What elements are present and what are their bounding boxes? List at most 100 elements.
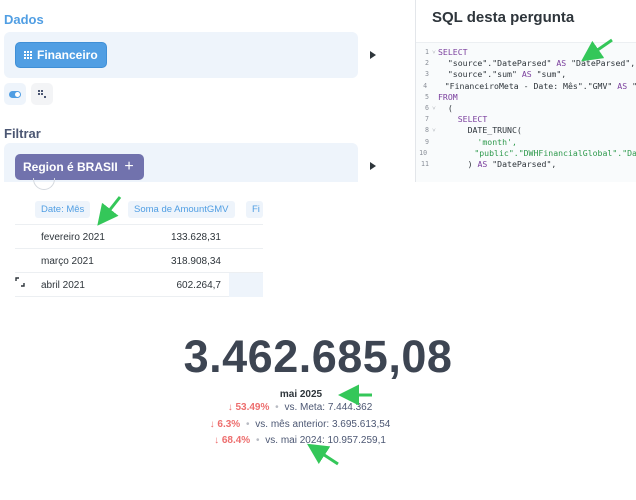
- scalar-value: 3.462.685,08: [183, 331, 453, 382]
- code-token: "source"."sum": [438, 69, 522, 80]
- filter-step-box: Region é BRASIL × +: [4, 143, 358, 182]
- line-number: 8: [425, 126, 429, 135]
- line-number: 11: [421, 159, 429, 168]
- column-header-sum[interactable]: Soma de AmountGMV: [128, 201, 235, 218]
- expand-icon[interactable]: [14, 276, 26, 288]
- highlight-cell: [229, 273, 263, 297]
- line-number: 3: [425, 70, 429, 79]
- line-number: 5: [425, 92, 429, 101]
- line-number: 10: [419, 148, 428, 157]
- notebook-editor: Dados Financeiro Filtrar Region é BRASIL…: [0, 0, 415, 182]
- table-row: fevereiro 2021 133.628,31: [15, 225, 263, 249]
- table-row: março 2021 318.908,34: [15, 249, 263, 273]
- code-line: 7 SELECT: [416, 114, 636, 125]
- code-token: ": [627, 81, 636, 92]
- line-number: 1: [425, 48, 429, 56]
- down-arrow-icon: ↓: [227, 402, 233, 413]
- code-token: "DateParsed",: [566, 58, 636, 69]
- sql-sidebar: SQL desta pergunta 1 ˅ SELECT 2 "source"."D…: [415, 0, 636, 182]
- fold-chevron-icon[interactable]: ˅: [430, 103, 438, 114]
- code-token: ): [438, 158, 478, 169]
- cell-date: abril 2021: [41, 280, 85, 291]
- table-header-row: Date: Mês Soma de AmountGMV Fi: [15, 193, 263, 225]
- separator-dot: •: [255, 435, 260, 446]
- comparison-label: vs. mai 2024: 10.957.259,1: [265, 435, 386, 446]
- preview-play-icon[interactable]: [370, 51, 376, 59]
- separator-dot: •: [245, 419, 250, 430]
- code-token: "FinanceiroMeta - Date: Mês"."GMV": [434, 80, 618, 91]
- scalar-period: mai 2025: [279, 389, 323, 400]
- comparison-percent: 68.4%: [221, 435, 251, 446]
- separator-dot: •: [275, 402, 279, 413]
- sql-panel-title: SQL desta pergunta: [432, 9, 575, 26]
- line-number: 6: [425, 103, 429, 112]
- filter-section-label: Filtrar: [4, 126, 41, 141]
- results-table: Date: Mês Soma de AmountGMV Fi fevereiro…: [15, 193, 263, 297]
- code-line: 11 ) AS "DateParsed",: [416, 159, 636, 170]
- column-header-date[interactable]: Date: Mês: [35, 201, 91, 218]
- table-row: abril 2021 602.264,7: [15, 273, 263, 297]
- comparison-percent: 6.3%: [217, 419, 241, 430]
- code-line: 2 "source"."DateParsed" AS "DateParsed",: [416, 58, 636, 69]
- comparison-row: ↓ 53.49% • vs. Meta: 7.444.362: [0, 402, 600, 413]
- code-line: 3 "source"."sum" AS "sum",: [416, 69, 636, 80]
- data-source-label: Financeiro: [37, 48, 98, 62]
- code-token: SELECT: [438, 47, 468, 57]
- code-token: (: [438, 102, 453, 113]
- comparison-label: vs. mês anterior: 3.695.613,54: [255, 419, 391, 430]
- code-line: 9 'month',: [416, 137, 636, 148]
- fold-chevron-icon[interactable]: ˅: [430, 47, 438, 58]
- line-number: 2: [425, 59, 429, 68]
- comparison-row: ↓ 68.4% • vs. mai 2024: 10.957.259,1: [0, 435, 600, 446]
- fold-chevron-icon: [428, 148, 435, 159]
- comparison-row: ↓ 6.3% • vs. mês anterior: 3.695.613,54: [0, 419, 600, 430]
- data-section-label: Dados: [4, 12, 44, 27]
- line-number: 7: [425, 115, 429, 124]
- annotation-arrow: [306, 443, 339, 466]
- fold-chevron-icon: [430, 159, 438, 170]
- code-token: AS: [477, 158, 488, 169]
- fold-chevron-icon: [430, 92, 438, 103]
- filter-pill-label: Region é BRASIL: [23, 160, 122, 174]
- code-token: "public"."DWHFinancialGlobal"."Da: [434, 147, 636, 158]
- line-number: 4: [423, 81, 428, 90]
- code-token: FROM: [438, 91, 458, 102]
- fold-chevron-icon[interactable]: ˅: [430, 125, 438, 136]
- cell-date: fevereiro 2021: [41, 232, 105, 243]
- data-source-pill[interactable]: Financeiro: [15, 42, 107, 68]
- cell-value: 133.628,31: [170, 232, 221, 243]
- preview-play-icon[interactable]: [370, 162, 376, 170]
- cell-value: 318.908,34: [170, 256, 221, 267]
- code-line: 4 "FinanceiroMeta - Date: Mês"."GMV" AS …: [416, 81, 636, 92]
- fold-chevron-icon: [430, 137, 438, 148]
- fold-chevron-icon: [430, 114, 438, 125]
- fold-chevron-icon: [428, 81, 435, 92]
- code-line: 5 FROM: [416, 92, 636, 103]
- sql-code-editor[interactable]: 1 ˅ SELECT 2 "source"."DateParsed" AS "Date…: [416, 42, 636, 182]
- code-line: 8 ˅ DATE_TRUNC(: [416, 125, 636, 136]
- grid-plus-icon: [38, 90, 46, 98]
- code-token: "source"."DateParsed": [438, 58, 557, 69]
- loading-circle-fragment: [33, 178, 55, 190]
- code-token: "sum",: [531, 69, 567, 80]
- fold-chevron-icon: [430, 58, 438, 69]
- column-header-third[interactable]: Fi: [246, 201, 263, 218]
- code-line: 6 ˅ (: [416, 103, 636, 114]
- code-line: 1 ˅ SELECT: [416, 47, 636, 58]
- add-filter-button[interactable]: +: [117, 154, 141, 180]
- data-step-box: Financeiro: [4, 32, 358, 78]
- join-toggle-button[interactable]: [4, 83, 26, 105]
- comparison-percent: 53.49%: [235, 402, 270, 413]
- columns-button[interactable]: [31, 83, 53, 105]
- table-grid-icon: [24, 51, 32, 59]
- cell-value: 602.264,7: [176, 280, 222, 291]
- code-token: "DateParsed",: [487, 158, 557, 169]
- cell-date: março 2021: [41, 256, 94, 267]
- code-token: AS: [617, 80, 628, 91]
- comparison-label: vs. Meta: 7.444.362: [284, 402, 373, 413]
- code-line: 10 "public"."DWHFinancialGlobal"."Da: [416, 148, 636, 159]
- code-token: AS: [556, 58, 567, 69]
- code-token: DATE_TRUNC(: [438, 125, 522, 136]
- code-token: AS: [521, 69, 532, 80]
- down-arrow-icon: ↓: [214, 435, 220, 446]
